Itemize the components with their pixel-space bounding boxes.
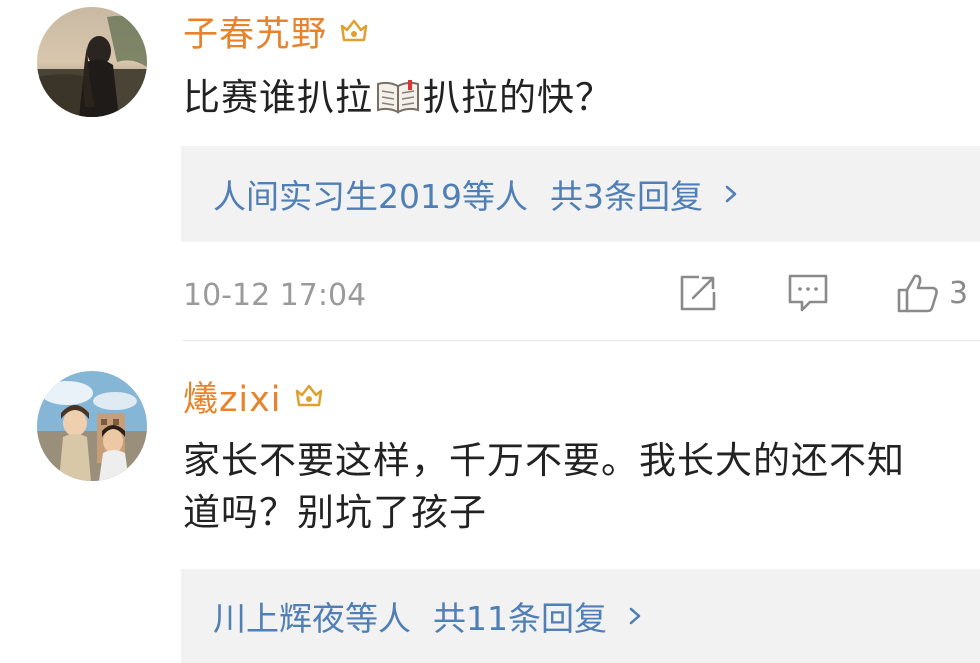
comment-meta: 10-12 17:04 3 bbox=[183, 268, 980, 318]
avatar[interactable] bbox=[37, 7, 147, 117]
comment-item: 子春艽野 比赛谁扒拉 扒拉的快？ 人间实习生2019等人 共3条回复 10-12… bbox=[0, 0, 980, 340]
avatar[interactable] bbox=[37, 371, 147, 481]
comment-item: 爔zixi 家长不要这样，千万不要。我长大的还不知 道吗？别坑了孩子 川上辉夜等… bbox=[0, 341, 980, 663]
comment-text: 家长不要这样，千万不要。我长大的还不知 道吗？别坑了孩子 bbox=[183, 435, 905, 539]
username[interactable]: 爔zixi bbox=[183, 371, 282, 422]
comment-icon bbox=[788, 274, 828, 312]
comment-text-line: 道吗？别坑了孩子 bbox=[183, 491, 487, 534]
comment-text-line: 家长不要这样，千万不要。我长大的还不知 bbox=[183, 439, 905, 482]
vip-crown-icon bbox=[339, 16, 369, 46]
chevron-right-icon bbox=[625, 606, 645, 626]
comment-list: 子春艽野 比赛谁扒拉 扒拉的快？ 人间实习生2019等人 共3条回复 10-12… bbox=[0, 0, 980, 663]
reply-preview-text: 川上辉夜等人 共11条回复 bbox=[213, 592, 607, 640]
username-row: 爔zixi bbox=[183, 371, 324, 422]
comment-button[interactable] bbox=[786, 268, 830, 318]
username-row: 子春艽野 bbox=[183, 6, 369, 57]
username[interactable]: 子春艽野 bbox=[183, 6, 327, 57]
comment-text-part: 比赛谁扒拉 bbox=[183, 76, 373, 119]
like-count: 3 bbox=[949, 275, 969, 311]
like-icon bbox=[897, 274, 938, 313]
chevron-right-icon bbox=[721, 184, 741, 204]
reply-preview[interactable]: 川上辉夜等人 共11条回复 bbox=[181, 569, 980, 663]
like-button[interactable]: 3 bbox=[895, 268, 968, 318]
comment-text-part: 扒拉的快？ bbox=[423, 76, 613, 119]
reply-preview[interactable]: 人间实习生2019等人 共3条回复 bbox=[181, 146, 980, 242]
reply-users: 人间实习生2019等人 bbox=[213, 177, 528, 216]
share-icon bbox=[680, 275, 716, 311]
share-button[interactable] bbox=[677, 268, 719, 318]
reply-count: 共11条回复 bbox=[433, 599, 607, 638]
timestamp: 10-12 17:04 bbox=[183, 278, 367, 313]
reply-count: 共3条回复 bbox=[549, 177, 703, 216]
book-emoji-icon bbox=[375, 78, 421, 116]
comment-text: 比赛谁扒拉 扒拉的快？ bbox=[183, 72, 613, 124]
reply-preview-text: 人间实习生2019等人 共3条回复 bbox=[213, 170, 703, 218]
reply-users: 川上辉夜等人 bbox=[213, 599, 411, 638]
vip-crown-icon bbox=[294, 381, 324, 411]
